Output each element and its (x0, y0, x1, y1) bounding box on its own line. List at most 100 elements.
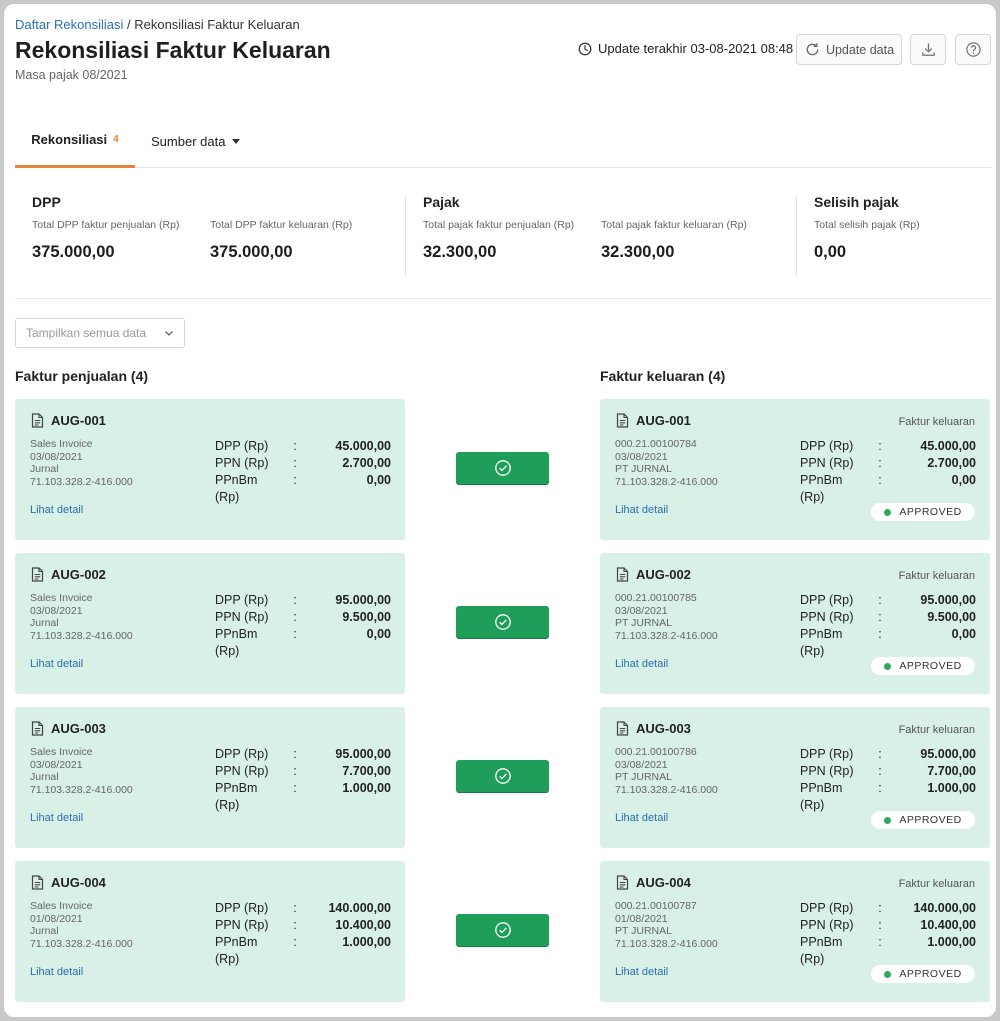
document-icon (616, 413, 629, 428)
amount-row-ppn: PPN (Rp): 10.400,00 (215, 917, 391, 934)
check-circle-icon (494, 922, 511, 938)
amount-label: PPN (Rp) (800, 610, 854, 624)
amount-label: PPnBm (Rp) (800, 473, 843, 504)
amount-row-dpp: DPP (Rp): 95.000,00 (800, 592, 976, 609)
meta-line: 03/08/2021 (615, 758, 668, 771)
meta-line: PT JURNAL (615, 617, 672, 629)
tab-sumber-data[interactable]: Sumber data (151, 114, 241, 168)
amount-colon: : (293, 473, 297, 487)
summary-divider (405, 196, 406, 276)
amount-colon: : (293, 627, 297, 641)
card-header: AUG-004 (616, 875, 691, 890)
status-text: APPROVED (899, 506, 962, 518)
amounts: DPP (Rp): 140.000,00 PPN (Rp): 10.400,00 PPn… (215, 900, 391, 968)
meta-line: Jurnal (30, 463, 59, 475)
status-badge: APPROVED (871, 503, 975, 521)
amount-value: 1.000,00 (342, 935, 391, 949)
amount-value: 95.000,00 (920, 593, 976, 607)
amount-label: PPN (Rp) (215, 918, 269, 932)
card-meta: Sales Invoice 03/08/2021 Jurnal 71.103.328.… (30, 438, 133, 488)
keluaran-card: AUG-001 Faktur keluaran 000.21.00100784 03/… (600, 399, 990, 540)
document-icon (31, 567, 44, 582)
meta-line: Sales Invoice (30, 438, 93, 450)
summary-selisih-total: Total selisih pajak (Rp) 0,00 (814, 219, 920, 262)
document-icon (31, 721, 44, 736)
meta-line: 03/08/2021 (615, 604, 668, 617)
summary-panel: DPP Total DPP faktur penjualan (Rp) 375.… (15, 179, 991, 299)
amount-colon: : (878, 918, 882, 932)
lihat-detail-link[interactable]: Lihat detail (615, 658, 668, 670)
refresh-icon (806, 43, 819, 56)
lihat-detail-link[interactable]: Lihat detail (30, 504, 83, 516)
meta-line: Jurnal (30, 925, 59, 937)
meta-line: Sales Invoice (30, 900, 93, 912)
matched-button[interactable] (456, 914, 549, 946)
lihat-detail-link[interactable]: Lihat detail (30, 812, 83, 824)
card-meta: 000.21.00100784 03/08/2021 PT JURNAL 71.103… (615, 438, 718, 488)
amount-colon: : (293, 764, 297, 778)
card-type-label: Faktur keluaran (898, 570, 975, 582)
card-header: AUG-001 (616, 413, 691, 428)
lihat-detail-link[interactable]: Lihat detail (615, 966, 668, 978)
meta-line: PT JURNAL (615, 925, 672, 937)
amount-value: 1.000,00 (927, 935, 976, 949)
amount-label: PPnBm (Rp) (800, 781, 843, 812)
amount-label: DPP (Rp) (215, 901, 269, 915)
amount-label: PPN (Rp) (215, 456, 269, 470)
amount-colon: : (878, 764, 882, 778)
summary-pajak-title: Pajak (423, 194, 460, 210)
penjualan-card: AUG-001 Sales Invoice 03/08/2021 Jurnal 71.1… (15, 399, 405, 540)
invoice-id: AUG-004 (51, 875, 106, 890)
amount-label: PPN (Rp) (800, 764, 854, 778)
amounts: DPP (Rp): 45.000,00 PPN (Rp): 2.700,00 PPnBm… (800, 438, 976, 506)
amount-row-ppn: PPN (Rp): 10.400,00 (800, 917, 976, 934)
amount-colon: : (293, 610, 297, 624)
keluaran-column-title: Faktur keluaran (4) (600, 368, 726, 384)
lihat-detail-link[interactable]: Lihat detail (30, 966, 83, 978)
amount-label: PPnBm (Rp) (215, 473, 258, 504)
amount-colon: : (293, 918, 297, 932)
amount-label: PPnBm (Rp) (800, 935, 843, 966)
amount-colon: : (878, 781, 882, 795)
meta-line: 03/08/2021 (30, 450, 83, 463)
lihat-detail-link[interactable]: Lihat detail (30, 658, 83, 670)
amount-row-dpp: DPP (Rp): 140.000,00 (800, 900, 976, 917)
breadcrumb-link-daftar[interactable]: Daftar Rekonsiliasi (15, 17, 123, 32)
keluaran-card: AUG-002 Faktur keluaran 000.21.00100785 03/… (600, 553, 990, 694)
check-circle-icon (494, 614, 511, 630)
amount-label: DPP (Rp) (215, 593, 269, 607)
amount-value: 95.000,00 (920, 747, 976, 761)
matched-button[interactable] (456, 606, 549, 638)
meta-line: PT JURNAL (615, 771, 672, 783)
document-icon (616, 567, 629, 582)
lihat-detail-link[interactable]: Lihat detail (615, 504, 668, 516)
amount-colon: : (878, 935, 882, 949)
summary-selisih-title: Selisih pajak (814, 194, 899, 210)
summary-label: Total DPP faktur keluaran (Rp) (210, 219, 353, 231)
meta-line: 000.21.00100784 (615, 438, 697, 450)
summary-label: Total pajak faktur penjualan (Rp) (423, 219, 575, 231)
matched-button[interactable] (456, 452, 549, 484)
lihat-detail-link[interactable]: Lihat detail (615, 812, 668, 824)
tab-sumber-data-label: Sumber data (151, 133, 226, 149)
card-type-label: Faktur keluaran (898, 724, 975, 736)
amount-row-dpp: DPP (Rp): 95.000,00 (215, 592, 391, 609)
matched-button[interactable] (456, 760, 549, 792)
amount-value: 0,00 (366, 473, 391, 487)
keluaran-card: AUG-004 Faktur keluaran 000.21.00100787 01/… (600, 861, 990, 1002)
amounts: DPP (Rp): 95.000,00 PPN (Rp): 7.700,00 PPnBm… (215, 746, 391, 814)
amount-label: PPnBm (Rp) (800, 627, 843, 658)
tab-rekonsiliasi[interactable]: Rekonsiliasi 4 (15, 114, 135, 168)
download-button[interactable] (910, 34, 946, 65)
amount-colon: : (878, 610, 882, 624)
amount-row-dpp: DPP (Rp): 45.000,00 (215, 438, 391, 455)
download-icon (921, 43, 935, 56)
document-icon (31, 875, 44, 890)
help-button[interactable] (955, 34, 991, 65)
meta-line: Sales Invoice (30, 746, 93, 758)
card-header: AUG-003 (616, 721, 691, 736)
filter-select[interactable]: Tampilkan semua data (15, 318, 185, 348)
amount-value: 0,00 (951, 627, 976, 641)
amount-label: DPP (Rp) (800, 901, 854, 915)
update-data-button[interactable]: Update data (796, 34, 902, 65)
